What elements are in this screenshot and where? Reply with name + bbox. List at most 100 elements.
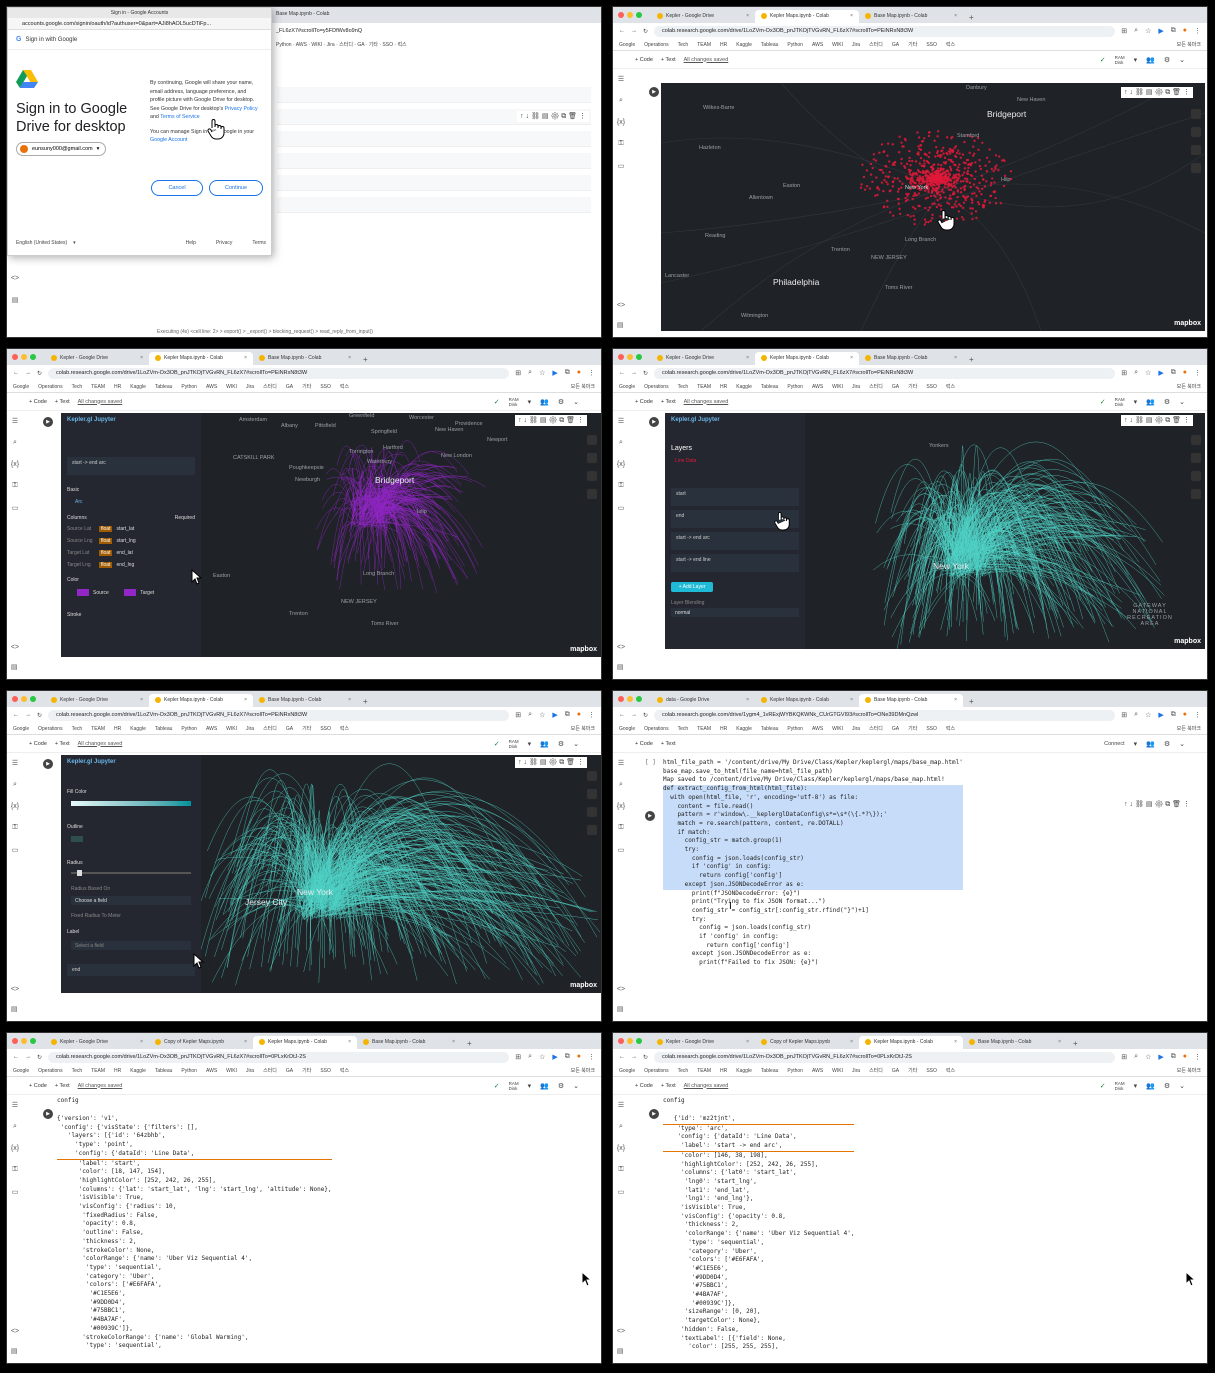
key-icon[interactable]: ⚿ [12,482,17,490]
key-icon[interactable]: ⚿ [12,824,17,832]
star-icon[interactable]: ☆ [1145,711,1151,719]
variables-icon[interactable]: {x} [11,1145,19,1152]
bookmark-item[interactable]: Kaggle [130,726,146,732]
map-controls[interactable] [587,771,597,835]
bookmark-item[interactable]: Tableau [155,384,173,390]
bookmark-item[interactable]: Kaggle [130,1068,146,1074]
extension-icon[interactable]: ▶ [552,711,557,719]
extension-icon[interactable]: ▶ [552,369,557,377]
browser-tab[interactable]: Kepler Maps.ipynb - Colab × [859,1036,963,1049]
window-controls[interactable] [618,1038,642,1044]
profile-avatar[interactable]: ● [1183,711,1187,719]
code-editor[interactable]: html_file_path = '/content/drive/My Driv… [663,759,963,968]
column-field-row[interactable]: Target Lng float end_lng [61,559,201,571]
resource-meter[interactable]: RAM Disk [509,1081,519,1091]
profile-avatar[interactable]: ● [577,711,581,719]
star-icon[interactable]: ☆ [539,1053,545,1061]
close-icon[interactable]: × [746,355,749,365]
bookmark-item[interactable]: 스터디 [869,41,883,48]
bookmark-item[interactable]: Jira [852,42,860,48]
menu-icon[interactable]: ⋮ [1194,711,1201,719]
close-icon[interactable]: × [850,355,853,365]
bookmark-item[interactable]: HR [114,726,121,732]
all-bookmarks[interactable]: 모든 북마크 [571,383,595,390]
translate-icon[interactable]: ⊞ [1121,711,1127,719]
browser-tab[interactable]: Copy of Kepler Maps.ipynb × [149,1036,253,1049]
zoom-icon[interactable]: ⌕ [528,1053,532,1061]
code-icon[interactable]: <> [11,275,19,282]
translate-icon[interactable]: ⊞ [1121,1053,1127,1061]
help-link[interactable]: Help [186,240,196,246]
close-icon[interactable]: × [140,355,143,365]
account-chip[interactable]: eunsuny000@gmail.com ▾ [16,142,107,156]
close-icon[interactable]: × [954,1039,957,1049]
code-icon[interactable]: <> [617,302,625,309]
bookmark-item[interactable]: Tech [678,42,689,48]
bookmark-item[interactable]: Python [181,384,197,390]
bookmark-item[interactable]: 스터디 [263,1067,277,1074]
browser-tab[interactable]: Base Map.ipynb - Colab × [859,352,963,365]
variables-icon[interactable]: {x} [617,803,625,810]
bookmark-item[interactable]: Operations [644,1068,668,1074]
bookmark-item[interactable]: Google [619,726,635,732]
run-cell-button[interactable]: ▶ [645,811,655,821]
new-tab-button[interactable]: + [963,697,980,707]
close-icon[interactable]: × [850,13,853,23]
bookmark-item[interactable]: AWS [812,384,823,390]
browser-tab[interactable]: Kepler - Google Drive × [651,10,755,23]
puzzle-icon[interactable]: ⧉ [1171,369,1176,377]
translate-icon[interactable]: ⊞ [515,711,521,719]
new-tab-button[interactable]: + [1067,1039,1084,1049]
zoom-icon[interactable]: ⌕ [1134,711,1138,719]
add-layer-button[interactable]: + Add Layer [671,582,713,592]
folder-icon[interactable]: ▭ [12,846,19,854]
url-input[interactable]: colab.research.google.com/drive/1LoZVm-O… [654,25,1116,37]
menu-icon[interactable]: ⋮ [588,711,595,719]
bookmark-item[interactable]: Tableau [761,384,779,390]
url-input[interactable]: colab.research.google.com/drive/1LoZVm-O… [654,367,1116,379]
add-text-button[interactable]: + Text [55,741,70,747]
bookmark-item[interactable]: Tech [678,1068,689,1074]
close-icon[interactable]: × [850,1039,853,1049]
layer-item[interactable]: start [671,488,799,506]
browser-tab[interactable]: Kepler Maps.ipynb - Colab × [253,1036,357,1049]
close-icon[interactable]: × [140,1039,143,1049]
save-status[interactable]: All changes saved [78,1083,123,1089]
new-tab-button[interactable]: + [963,13,980,23]
toc-icon[interactable]: ☰ [618,1101,624,1109]
toc-icon[interactable]: ☰ [12,1101,18,1109]
puzzle-icon[interactable]: ⧉ [565,369,570,377]
star-icon[interactable]: ☆ [1145,369,1151,377]
menu-icon[interactable]: ⋮ [1194,369,1201,377]
key-icon[interactable]: ⚿ [12,1166,17,1174]
bookmark-item[interactable]: Python [787,1068,803,1074]
key-icon[interactable]: ⚿ [618,824,623,832]
bookmark-item[interactable]: 스터디 [869,725,883,732]
terminal-icon[interactable]: ▤ [11,1347,19,1355]
close-icon[interactable]: × [954,355,957,365]
bookmark-item[interactable]: Tech [72,384,83,390]
browser-tab[interactable]: Copy of Kepler Maps.ipynb × [755,1036,859,1049]
bookmark-item[interactable]: GA [892,1068,899,1074]
bookmark-item[interactable]: TEAM [91,1068,105,1074]
resource-meter[interactable]: RAM Disk [509,739,519,749]
back-icon[interactable]: ← [13,712,19,718]
browser-tab[interactable]: Base Map.ipynb - Colab × [859,10,963,23]
translate-icon[interactable]: ⊞ [515,1053,521,1061]
bookmark-item[interactable]: WIKI [832,42,843,48]
all-bookmarks[interactable]: 모든 북마크 [1177,41,1201,48]
profile-avatar[interactable]: ● [577,369,581,377]
browser-tab[interactable]: Kepler - Google Drive × [45,1036,149,1049]
bookmark-item[interactable]: 기타 [908,41,917,48]
add-text-button[interactable]: + Text [55,399,70,405]
folder-icon[interactable]: ▭ [618,1188,625,1196]
terms-link[interactable]: Terms [252,240,266,246]
bookmark-item[interactable]: Tech [678,726,689,732]
search-icon[interactable]: ⌕ [619,781,623,789]
variables-icon[interactable]: {x} [11,803,19,810]
profile-avatar[interactable]: ● [1183,1053,1187,1061]
bookmark-item[interactable]: 럭스 [946,41,955,48]
collapse-icon[interactable]: ⌄ [573,398,579,406]
bookmark-item[interactable]: 기타 [302,1067,311,1074]
add-code-button[interactable]: + Code [635,399,653,405]
